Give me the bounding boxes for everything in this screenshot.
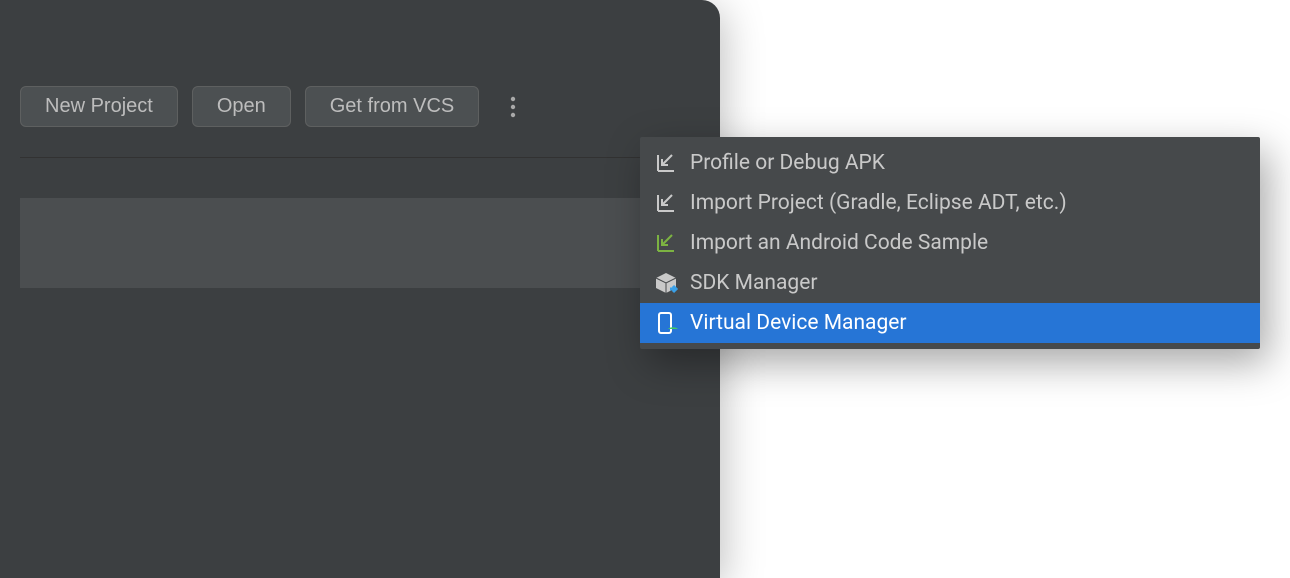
menu-item-virtual-device-manager[interactable]: Virtual Device Manager	[640, 303, 1260, 343]
sdk-box-icon	[654, 271, 678, 295]
import-arrow-icon	[654, 151, 678, 175]
welcome-toolbar: New Project Open Get from VCS	[20, 86, 720, 127]
more-actions-button[interactable]	[493, 87, 533, 127]
menu-item-label: Import an Android Code Sample	[690, 231, 988, 255]
menu-item-profile-debug-apk[interactable]: Profile or Debug APK	[640, 143, 1260, 183]
open-button[interactable]: Open	[192, 86, 291, 127]
recent-project-highlight	[20, 198, 720, 288]
welcome-window: New Project Open Get from VCS	[0, 0, 720, 578]
toolbar-divider	[20, 157, 720, 158]
import-sample-icon	[654, 231, 678, 255]
menu-item-label: SDK Manager	[690, 271, 817, 295]
menu-item-label: Virtual Device Manager	[690, 311, 907, 335]
avd-device-icon	[654, 311, 678, 335]
menu-item-label: Import Project (Gradle, Eclipse ADT, etc…	[690, 191, 1067, 215]
kebab-menu-icon	[510, 95, 516, 119]
new-project-button[interactable]: New Project	[20, 86, 178, 127]
menu-item-label: Profile or Debug APK	[690, 151, 885, 175]
import-arrow-icon	[654, 191, 678, 215]
menu-item-import-project[interactable]: Import Project (Gradle, Eclipse ADT, etc…	[640, 183, 1260, 223]
get-from-vcs-button[interactable]: Get from VCS	[305, 86, 479, 127]
menu-item-sdk-manager[interactable]: SDK Manager	[640, 263, 1260, 303]
menu-item-import-sample[interactable]: Import an Android Code Sample	[640, 223, 1260, 263]
more-actions-menu: Profile or Debug APK Import Project (Gra…	[640, 137, 1260, 349]
